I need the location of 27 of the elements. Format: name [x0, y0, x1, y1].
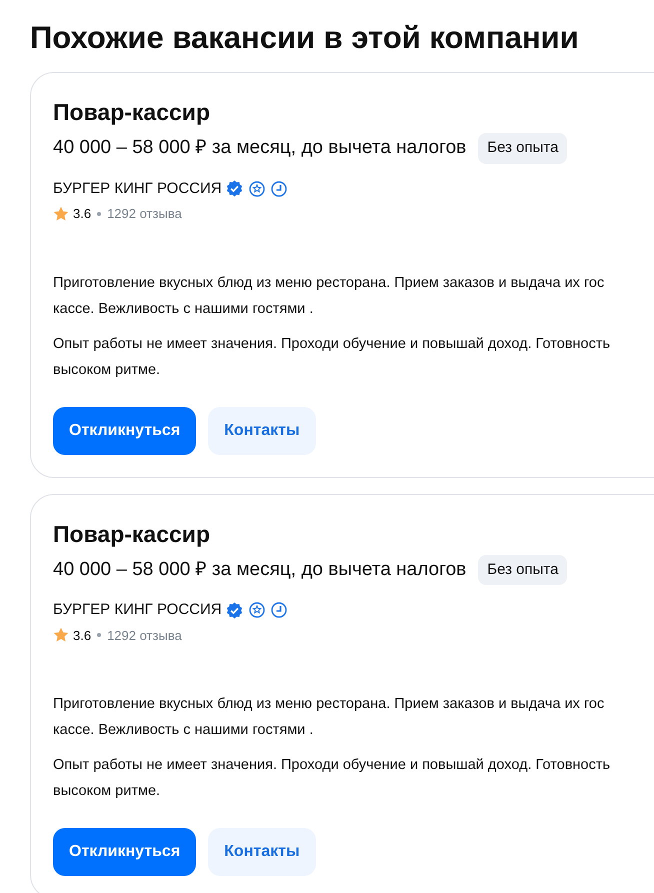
- rating-value: 3.6: [73, 205, 92, 223]
- company-link[interactable]: БУРГЕР КИНГ РОССИЯ: [53, 599, 222, 622]
- salary-text: 40 000 – 58 000 ₽ за месяц, до вычета налогов: [53, 136, 466, 160]
- vacancy-title-link[interactable]: Повар-кассир: [53, 97, 654, 127]
- description-paragraph: Опыт работы не имеет значения. Проходи обучение и повышай доход. Готовность высоком ритме.: [53, 334, 612, 380]
- description-paragraph: Приготовление вкусных блюд из меню ресторана. Прием заказов и выдача их гос кассе. Вежливость с нашими гостями .: [53, 274, 606, 318]
- reviews-link[interactable]: 1292 отзыва: [107, 626, 182, 645]
- vacancy-title-link[interactable]: Повар-кассир: [53, 518, 654, 548]
- experience-tag: Без опыта: [478, 133, 568, 164]
- clock-badge-icon[interactable]: [270, 180, 287, 197]
- experience-tag: Без опыта: [478, 554, 568, 585]
- salary-text: 40 000 – 58 000 ₽ за месяц, до вычета налогов: [53, 558, 466, 582]
- contacts-button[interactable]: Контакты: [208, 406, 316, 454]
- rating-star-icon: [53, 627, 69, 644]
- description-paragraph: Опыт работы не имеет значения. Проходи обучение и повышай доход. Готовность высоком ритме.: [53, 756, 612, 801]
- respond-button[interactable]: Откликнуться: [53, 406, 196, 454]
- rating-star-icon: [53, 206, 69, 222]
- reviews-link[interactable]: 1292 отзыва: [107, 204, 182, 224]
- rating-value: 3.6: [73, 626, 92, 644]
- clock-badge-icon[interactable]: [270, 602, 287, 618]
- section-heading: Похожие вакансии в этой компании: [30, 19, 580, 57]
- company-link[interactable]: БУРГЕР КИНГ РОССИЯ: [53, 178, 222, 200]
- star-badge-icon[interactable]: [248, 180, 265, 197]
- description-paragraph: Приготовление вкусных блюд из меню ресторана. Прием заказов и выдача их гос кассе. Вежливость с нашими гостями .: [53, 695, 606, 740]
- respond-button[interactable]: Откликнуться: [53, 828, 196, 876]
- contacts-button[interactable]: Контакты: [208, 828, 316, 876]
- star-badge-icon[interactable]: [248, 602, 265, 618]
